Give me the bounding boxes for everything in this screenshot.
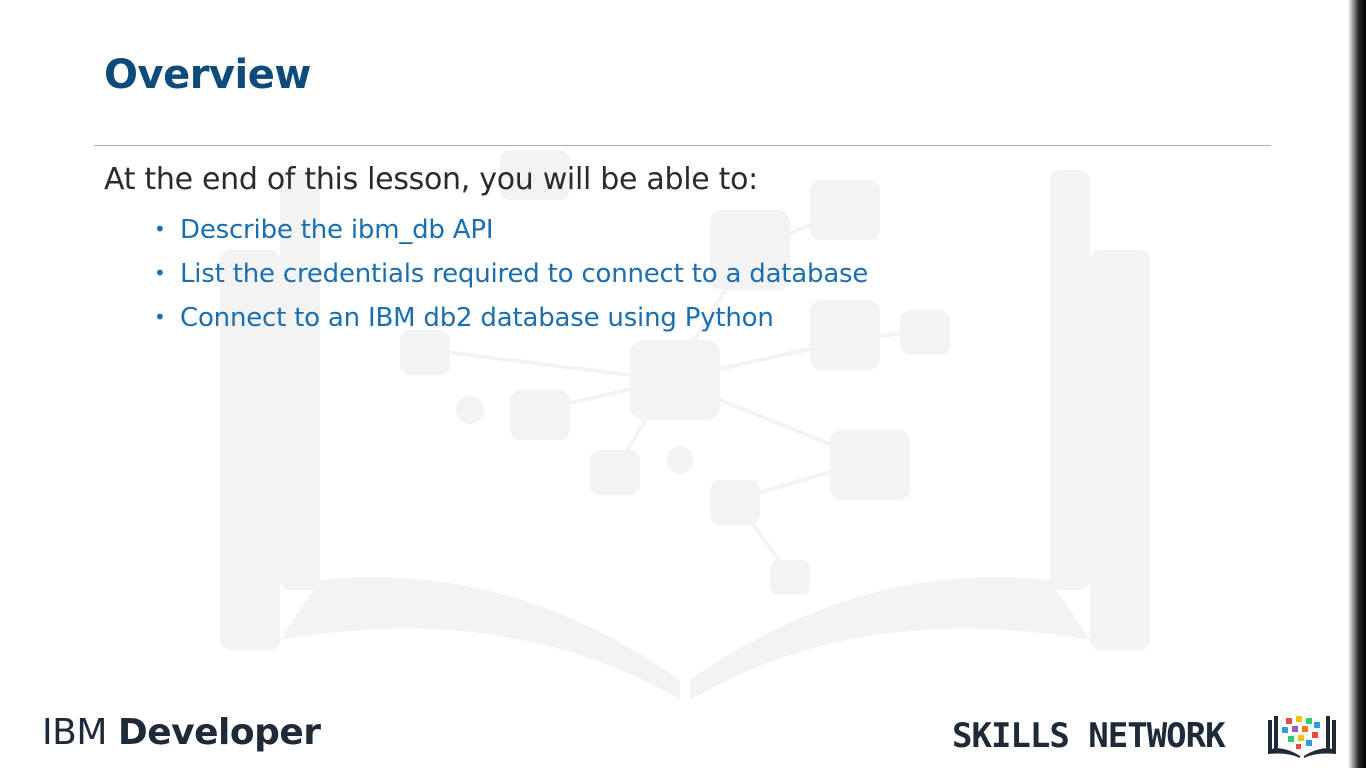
- objective-text: Describe the ibm_db API: [180, 215, 494, 245]
- ibm-logo-prefix: IBM: [42, 712, 107, 753]
- intro-text: At the end of this lesson, you will be a…: [104, 162, 758, 197]
- skills-network-logo-text: SKILLS NETWORK: [952, 716, 1226, 756]
- objective-text: Connect to an IBM db2 database using Pyt…: [180, 303, 774, 333]
- bullet-icon: •: [154, 217, 166, 241]
- frame-edge: [1348, 0, 1366, 768]
- slide-title: Overview: [104, 52, 311, 98]
- book-pixel-icon: [1268, 716, 1336, 758]
- ibm-developer-logo: IBM Developer: [42, 712, 321, 753]
- bullet-icon: •: [154, 305, 166, 329]
- list-item: • List the credentials required to connec…: [154, 254, 868, 298]
- list-item: • Connect to an IBM db2 database using Py…: [154, 298, 868, 342]
- ibm-logo-suffix: Developer: [117, 712, 321, 753]
- objective-text: List the credentials required to connect…: [180, 259, 869, 289]
- slide: Overview At the end of this lesson, you …: [0, 0, 1366, 768]
- list-item: • Describe the ibm_db API: [154, 210, 868, 254]
- title-divider: [94, 145, 1271, 146]
- bullet-icon: •: [154, 261, 166, 285]
- objectives-list: • Describe the ibm_db API • List the crede…: [154, 210, 868, 342]
